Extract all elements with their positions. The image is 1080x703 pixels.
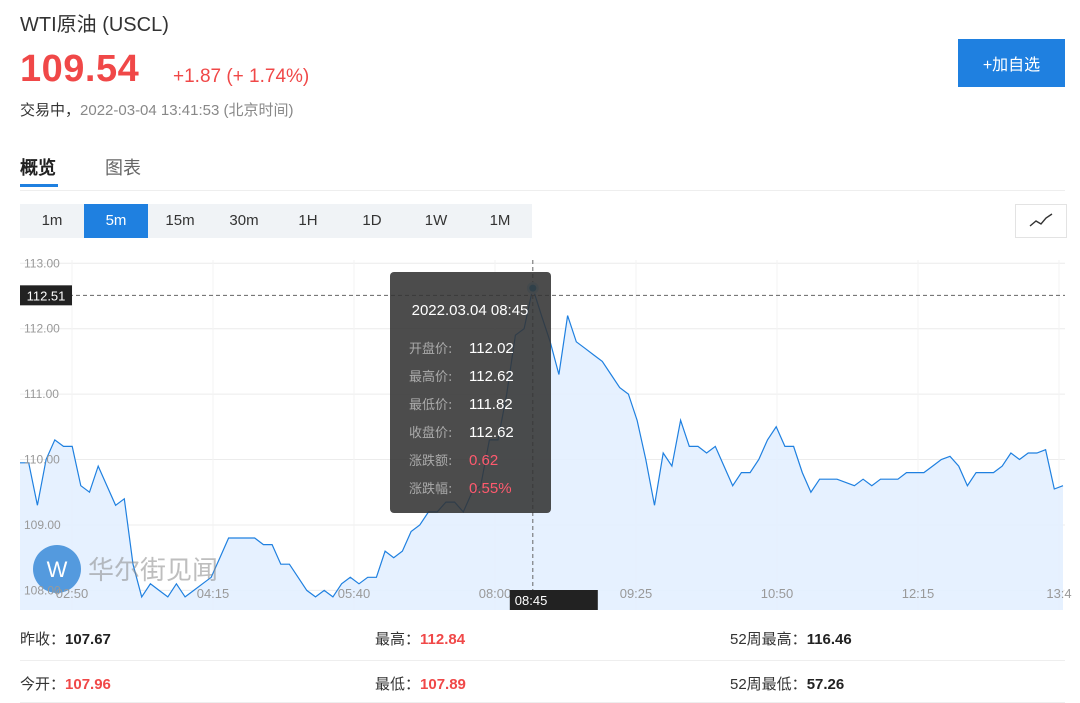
stat-item: 52周最高：116.46 [730,628,852,649]
tooltip-value: 0.62 [469,452,498,469]
price-change: +1.87 (+ 1.74%) [173,66,310,87]
status-label: 交易中， [20,102,81,119]
stat-label: 52周最低： [730,676,807,693]
tooltip-time: 2022.03.04 08:45 [412,302,529,319]
y-tick-label: 113.00 [24,256,60,270]
y-tick-label: 109.00 [24,518,61,532]
stat-item: 今开：107.96 [20,673,111,694]
tooltip-label: 开盘价: [409,341,452,357]
stat-label: 今开： [20,676,66,693]
x-tick-label: 08:00 [479,586,512,601]
y-tick-label: 110.00 [24,453,60,467]
tooltip-value: 111.82 [469,396,513,413]
stats-divider [20,660,1065,661]
trade-status: 交易中，2022-03-04 13:41:53 (北京时间) [20,99,293,120]
view-tabs: 概览 图表 [20,150,1065,191]
instrument-title: WTI原油 (USCL) [20,14,169,36]
stat-value: 112.84 [420,631,466,648]
stat-item: 最低：107.89 [375,673,466,694]
stat-label: 52周最高： [730,631,807,648]
crosshair-price-label: 112.51 [27,288,66,303]
watermark-text: 华尔街见闻 [88,556,218,586]
crosshair-time-label: 08:45 [515,593,548,608]
period-5m[interactable]: 5m [84,204,148,238]
tooltip-label: 涨跌额: [409,453,452,469]
x-tick-label: 13:4 [1046,586,1071,601]
tooltip-value: 112.02 [469,340,514,357]
status-timestamp: 2022-03-04 13:41:53 (北京时间) [80,102,294,119]
stat-item: 昨收：107.67 [20,628,111,649]
period-1m[interactable]: 1m [20,204,84,238]
tooltip-label: 收盘价: [409,425,452,441]
x-tick-label: 09:25 [620,586,653,601]
stat-value: 57.26 [806,676,845,693]
watermark-glyph: W [47,557,68,582]
x-tick-label: 04:15 [197,586,230,601]
y-tick-label: 112.00 [24,322,60,336]
add-watchlist-button[interactable]: +加自选 [958,39,1065,87]
chart-type-button[interactable] [1015,204,1067,238]
period-30m[interactable]: 30m [212,204,276,238]
tooltip-value: 0.55% [469,480,512,497]
period-selector: 1m 5m 15m 30m 1H 1D 1W 1M [20,204,532,238]
stat-value: 116.46 [806,631,852,648]
tab-overview[interactable]: 概览 [20,154,56,180]
period-1w[interactable]: 1W [404,204,468,238]
tooltip-label: 最低价: [409,398,452,413]
tooltip-label: 最高价: [409,369,452,385]
period-1mo[interactable]: 1M [468,204,532,238]
stat-item: 最高：112.84 [375,628,465,649]
y-tick-label: 111.00 [24,387,59,401]
x-tick-label: 12:15 [902,586,935,601]
stat-label: 最高： [375,631,421,648]
tab-active-indicator [20,184,58,187]
x-tick-label: 05:40 [338,586,371,601]
stat-value: 107.89 [420,676,466,693]
price-chart[interactable]: W 华尔街见闻 113.00 112.00 111.00 110.00 109.00 10… [0,250,1080,610]
tooltip-value: 112.62 [469,424,514,441]
x-tick-label: 02:50 [56,586,89,601]
period-1d[interactable]: 1D [340,204,404,238]
chart-tooltip: 2022.03.04 08:45 开盘价: 112.02 最高价: 112.62 最低价:… [390,272,551,513]
stat-item: 52周最低：57.26 [730,673,844,694]
tooltip-label: 涨跌幅: [409,481,452,497]
line-chart-icon [1029,213,1053,227]
period-1h[interactable]: 1H [276,204,340,238]
tab-chart[interactable]: 图表 [105,154,141,180]
period-15m[interactable]: 15m [148,204,212,238]
tooltip-value: 112.62 [469,368,514,385]
stat-value: 107.96 [65,676,111,693]
stat-label: 昨收： [20,631,66,648]
x-tick-label: 10:50 [761,586,794,601]
last-price: 109.54 [20,48,140,90]
stat-label: 最低： [375,676,421,693]
stat-value: 107.67 [65,631,111,648]
